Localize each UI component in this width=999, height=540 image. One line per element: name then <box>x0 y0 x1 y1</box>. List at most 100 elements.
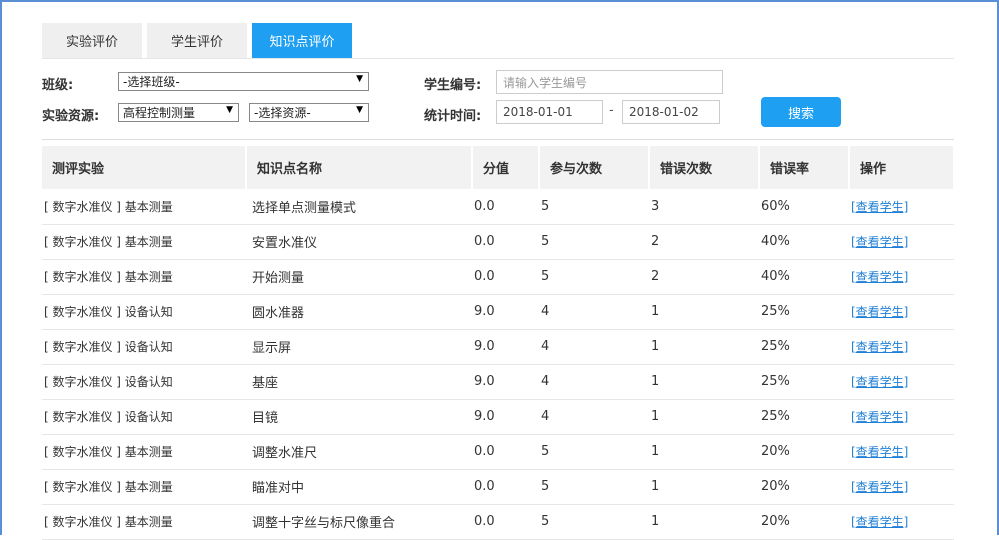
view-students-link[interactable]: [查看学生] <box>851 235 908 249</box>
date-range-dash: - <box>609 103 614 118</box>
cell-knowledge: 基座 <box>246 364 472 400</box>
cell-experiment: [ 数字水准仪 ] 基本测量 <box>42 259 246 295</box>
table-row: [ 数字水准仪 ] 设备认知 显示屏 9.0 4 1 25% [查看学生] <box>42 329 954 365</box>
cell-score: 0.0 <box>472 504 539 540</box>
cell-errors: 1 <box>649 469 759 505</box>
cell-knowledge: 目镜 <box>246 399 472 435</box>
cell-attempts: 5 <box>539 469 649 505</box>
resource-sub-select[interactable]: -选择资源- ▼ <box>249 103 369 122</box>
tab-student-eval[interactable]: 学生评价 <box>147 23 247 58</box>
table-row: [ 数字水准仪 ] 基本测量 安置水准仪 0.0 5 2 40% [查看学生] <box>42 224 954 260</box>
tab-divider <box>42 58 954 59</box>
cell-action: [查看学生] <box>849 399 954 435</box>
cell-score: 0.0 <box>472 434 539 470</box>
table-row: [ 数字水准仪 ] 基本测量 调整十字丝与标尺像重合 0.0 5 1 20% [查看学生] <box>42 504 954 540</box>
cell-score: 0.0 <box>472 224 539 260</box>
view-students-link[interactable]: [查看学生] <box>851 200 908 214</box>
table-row: [ 数字水准仪 ] 基本测量 选择单点测量模式 0.0 5 3 60% [查看学生] <box>42 189 954 225</box>
cell-error-rate: 25% <box>759 399 849 435</box>
cell-action: [查看学生] <box>849 224 954 260</box>
cell-experiment: [ 数字水准仪 ] 基本测量 <box>42 469 246 505</box>
cell-attempts: 5 <box>539 224 649 260</box>
view-students-link[interactable]: [查看学生] <box>851 375 908 389</box>
cell-errors: 1 <box>649 434 759 470</box>
cell-action: [查看学生] <box>849 329 954 365</box>
cell-error-rate: 20% <box>759 504 849 540</box>
cell-experiment: [ 数字水准仪 ] 设备认知 <box>42 364 246 400</box>
view-students-link[interactable]: [查看学生] <box>851 270 908 284</box>
cell-error-rate: 25% <box>759 364 849 400</box>
cell-attempts: 4 <box>539 329 649 365</box>
cell-errors: 2 <box>649 224 759 260</box>
cell-experiment: [ 数字水准仪 ] 设备认知 <box>42 399 246 435</box>
time-label: 统计时间: <box>424 109 482 124</box>
cell-error-rate: 60% <box>759 189 849 225</box>
cell-knowledge: 瞄准对中 <box>246 469 472 505</box>
table-row: [ 数字水准仪 ] 设备认知 目镜 9.0 4 1 25% [查看学生] <box>42 399 954 435</box>
class-select-value: -选择班级- <box>123 75 180 89</box>
cell-experiment: [ 数字水准仪 ] 基本测量 <box>42 434 246 470</box>
col-header-error-rate: 错误率 <box>759 146 850 189</box>
cell-error-rate: 25% <box>759 329 849 365</box>
tab-experiment-eval[interactable]: 实验评价 <box>42 23 142 58</box>
cell-errors: 1 <box>649 504 759 540</box>
cell-error-rate: 40% <box>759 259 849 295</box>
cell-errors: 2 <box>649 259 759 295</box>
cell-action: [查看学生] <box>849 189 954 225</box>
cell-score: 0.0 <box>472 259 539 295</box>
cell-knowledge: 调整水准尺 <box>246 434 472 470</box>
view-students-link[interactable]: [查看学生] <box>851 515 908 529</box>
cell-action: [查看学生] <box>849 364 954 400</box>
date-to-input[interactable]: 2018-01-02 <box>622 100 720 124</box>
cell-experiment: [ 数字水准仪 ] 基本测量 <box>42 224 246 260</box>
cell-knowledge: 圆水准器 <box>246 294 472 330</box>
class-select[interactable]: -选择班级- ▼ <box>118 72 369 91</box>
col-header-errors: 错误次数 <box>649 146 760 189</box>
cell-attempts: 5 <box>539 259 649 295</box>
cell-experiment: [ 数字水准仪 ] 基本测量 <box>42 189 246 225</box>
cell-score: 9.0 <box>472 294 539 330</box>
cell-attempts: 4 <box>539 399 649 435</box>
cell-action: [查看学生] <box>849 504 954 540</box>
cell-error-rate: 40% <box>759 224 849 260</box>
view-students-link[interactable]: [查看学生] <box>851 305 908 319</box>
cell-attempts: 5 <box>539 504 649 540</box>
search-button[interactable]: 搜索 <box>761 97 841 127</box>
col-header-knowledge: 知识点名称 <box>246 146 473 189</box>
tab-knowledge-eval[interactable]: 知识点评价 <box>252 23 352 58</box>
cell-knowledge: 选择单点测量模式 <box>246 189 472 225</box>
cell-action: [查看学生] <box>849 294 954 330</box>
resource-select-value: 高程控制测量 <box>123 106 196 120</box>
date-from-input[interactable]: 2018-01-01 <box>496 100 603 124</box>
cell-score: 9.0 <box>472 399 539 435</box>
table-row: [ 数字水准仪 ] 基本测量 瞄准对中 0.0 5 1 20% [查看学生] <box>42 469 954 505</box>
cell-errors: 3 <box>649 189 759 225</box>
cell-attempts: 5 <box>539 189 649 225</box>
cell-knowledge: 开始测量 <box>246 259 472 295</box>
table-header-row: 测评实验 知识点名称 分值 参与次数 错误次数 错误率 操作 <box>42 146 955 189</box>
cell-score: 0.0 <box>472 189 539 225</box>
view-students-link[interactable]: [查看学生] <box>851 410 908 424</box>
view-students-link[interactable]: [查看学生] <box>851 445 908 459</box>
cell-action: [查看学生] <box>849 469 954 505</box>
cell-attempts: 4 <box>539 294 649 330</box>
resource-label: 实验资源: <box>42 109 100 124</box>
view-students-link[interactable]: [查看学生] <box>851 340 908 354</box>
student-id-input[interactable]: 请输入学生编号 <box>496 70 723 94</box>
cell-attempts: 5 <box>539 434 649 470</box>
cell-score: 0.0 <box>472 469 539 505</box>
cell-error-rate: 20% <box>759 434 849 470</box>
cell-experiment: [ 数字水准仪 ] 设备认知 <box>42 329 246 365</box>
cell-errors: 1 <box>649 294 759 330</box>
cell-errors: 1 <box>649 329 759 365</box>
tab-bar: 实验评价 学生评价 知识点评价 <box>42 23 357 58</box>
resource-sub-select-value: -选择资源- <box>254 106 311 120</box>
col-header-experiment: 测评实验 <box>42 146 247 189</box>
table-body: [ 数字水准仪 ] 基本测量 选择单点测量模式 0.0 5 3 60% [查看学生][ 数字… <box>42 189 954 540</box>
table-row: [ 数字水准仪 ] 基本测量 开始测量 0.0 5 2 40% [查看学生] <box>42 259 954 295</box>
knowledge-table: 测评实验 知识点名称 分值 参与次数 错误次数 错误率 操作 [ 数字水准仪 ]… <box>42 146 955 540</box>
resource-select[interactable]: 高程控制测量 ▼ <box>118 103 239 122</box>
view-students-link[interactable]: [查看学生] <box>851 480 908 494</box>
cell-score: 9.0 <box>472 364 539 400</box>
filter-divider <box>42 139 954 140</box>
